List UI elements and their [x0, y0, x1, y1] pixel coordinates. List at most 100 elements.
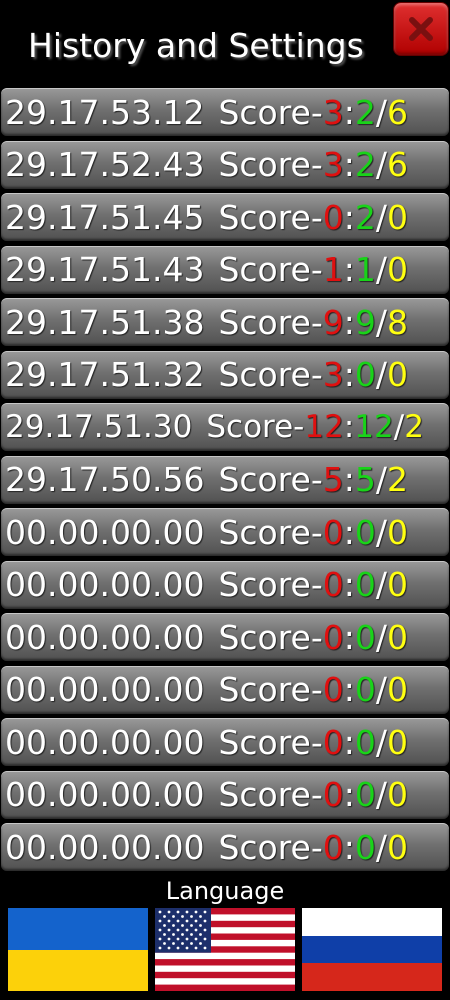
row-score-c: 0 [387, 827, 409, 867]
history-row[interactable]: 00.00.00.00 Score- 0:0/ 0 [1, 613, 449, 661]
row-score-c: 0 [387, 722, 409, 762]
russia-flag-icon [302, 908, 442, 991]
row-score-slash: / [375, 670, 388, 709]
usa-flag-icon [155, 908, 295, 991]
row-score-sep: : [343, 145, 355, 184]
row-score-a: 0 [322, 722, 344, 762]
row-score-slash: / [375, 775, 388, 814]
history-row[interactable]: 29.17.50.56 Score- 5:5/ 2 [1, 455, 449, 504]
row-time: 00.00.00.00 [5, 565, 205, 604]
row-score-b: 0 [354, 565, 376, 604]
row-score-slash: / [375, 460, 388, 499]
row-score-b: 0 [354, 670, 376, 709]
row-score-b: 0 [354, 617, 376, 657]
row-score-sep: : [343, 197, 355, 237]
history-row[interactable]: 00.00.00.00 Score- 0:0/ 0 [1, 770, 449, 819]
history-row[interactable]: 29.17.53.12 Score- 3:2/ 6 [1, 88, 449, 136]
row-score-slash: / [375, 827, 388, 867]
row-score-label: Score- [218, 145, 323, 184]
row-score-c: 8 [387, 302, 409, 342]
row-score-label: Score- [206, 409, 305, 445]
row-score-sep: : [343, 827, 355, 867]
history-row[interactable]: 00.00.00.00 Score- 0:0/ 0 [1, 665, 449, 714]
row-score-c: 0 [387, 617, 409, 657]
row-score-label: Score- [218, 460, 323, 499]
row-score-slash: / [375, 92, 388, 132]
row-score-sep: : [343, 670, 355, 709]
row-score-b: 5 [354, 460, 376, 499]
close-x-icon [409, 17, 433, 41]
history-row[interactable]: 29.17.51.32 Score- 3:0/ 0 [1, 350, 449, 399]
row-score-b: 2 [354, 92, 376, 132]
history-row[interactable]: 29.17.51.30 Score- 12:12/ 2 [1, 403, 449, 451]
history-row[interactable]: 00.00.00.00 Score- 0:0/ 0 [1, 508, 449, 556]
language-english-button[interactable] [155, 908, 295, 991]
row-time: 29.17.50.56 [5, 460, 205, 499]
row-score-b: 0 [354, 775, 376, 814]
row-score-b: 2 [354, 145, 376, 184]
row-score-slash: / [375, 565, 388, 604]
row-score-c: 0 [387, 250, 409, 289]
row-time: 00.00.00.00 [5, 617, 205, 657]
history-row[interactable]: 00.00.00.00 Score- 0:0/ 0 [1, 560, 449, 609]
row-time: 29.17.51.30 [5, 409, 193, 445]
history-row[interactable]: 00.00.00.00 Score- 0:0/ 0 [1, 718, 449, 766]
row-time: 29.17.52.43 [5, 145, 205, 184]
language-ukrainian-button[interactable] [8, 908, 148, 991]
row-score-c: 6 [387, 92, 409, 132]
row-score-a: 0 [322, 617, 344, 657]
row-score-sep: : [343, 302, 355, 342]
row-score-b: 0 [354, 512, 376, 552]
row-score-slash: / [375, 250, 388, 289]
row-score-label: Score- [218, 250, 323, 289]
row-score-slash: / [375, 355, 388, 394]
row-score-sep: : [343, 565, 355, 604]
row-score-a: 0 [322, 512, 344, 552]
row-score-a: 9 [322, 302, 344, 342]
history-row[interactable]: 00.00.00.00 Score- 0:0/ 0 [1, 823, 449, 871]
row-score-slash: / [375, 145, 388, 184]
row-score-b: 2 [354, 197, 376, 237]
row-score-label: Score- [218, 617, 323, 657]
row-time: 29.17.51.38 [5, 302, 205, 342]
history-list[interactable]: 29.17.53.12 Score- 3:2/ 6 29.17.52.43 Score… [0, 88, 450, 876]
row-score-slash: / [375, 302, 388, 342]
row-time: 00.00.00.00 [5, 775, 205, 814]
history-row[interactable]: 29.17.51.43 Score- 1:1/ 0 [1, 245, 449, 294]
row-score-a: 5 [322, 460, 344, 499]
row-score-b: 12 [354, 409, 394, 445]
row-score-label: Score- [218, 92, 323, 132]
row-score-c: 0 [387, 775, 409, 814]
row-score-b: 9 [354, 302, 376, 342]
row-score-a: 0 [322, 775, 344, 814]
row-score-label: Score- [218, 670, 323, 709]
ukraine-flag-icon [8, 908, 148, 991]
history-row[interactable]: 29.17.52.43 Score- 3:2/ 6 [1, 140, 449, 189]
row-time: 29.17.51.45 [5, 197, 205, 237]
row-score-a: 3 [322, 92, 344, 132]
close-button[interactable] [393, 2, 449, 56]
row-time: 00.00.00.00 [5, 670, 205, 709]
history-row[interactable]: 29.17.51.38 Score- 9:9/ 8 [1, 298, 449, 346]
row-score-c: 2 [404, 409, 424, 445]
row-score-a: 3 [322, 355, 344, 394]
language-selector [0, 908, 450, 992]
row-score-sep: : [343, 722, 355, 762]
row-score-sep: : [343, 409, 355, 445]
language-label: Language [165, 877, 285, 905]
row-score-sep: : [343, 617, 355, 657]
row-score-label: Score- [218, 722, 323, 762]
row-score-sep: : [343, 775, 355, 814]
row-score-slash: / [375, 722, 388, 762]
row-score-sep: : [343, 92, 355, 132]
row-score-sep: : [343, 512, 355, 552]
row-score-c: 0 [387, 565, 409, 604]
row-score-b: 0 [354, 355, 376, 394]
row-score-a: 0 [322, 197, 344, 237]
row-time: 29.17.53.12 [5, 92, 205, 132]
language-russian-button[interactable] [302, 908, 442, 991]
row-score-label: Score- [218, 827, 323, 867]
history-row[interactable]: 29.17.51.45 Score- 0:2/ 0 [1, 193, 449, 241]
row-time: 00.00.00.00 [5, 512, 205, 552]
row-score-slash: / [375, 617, 388, 657]
